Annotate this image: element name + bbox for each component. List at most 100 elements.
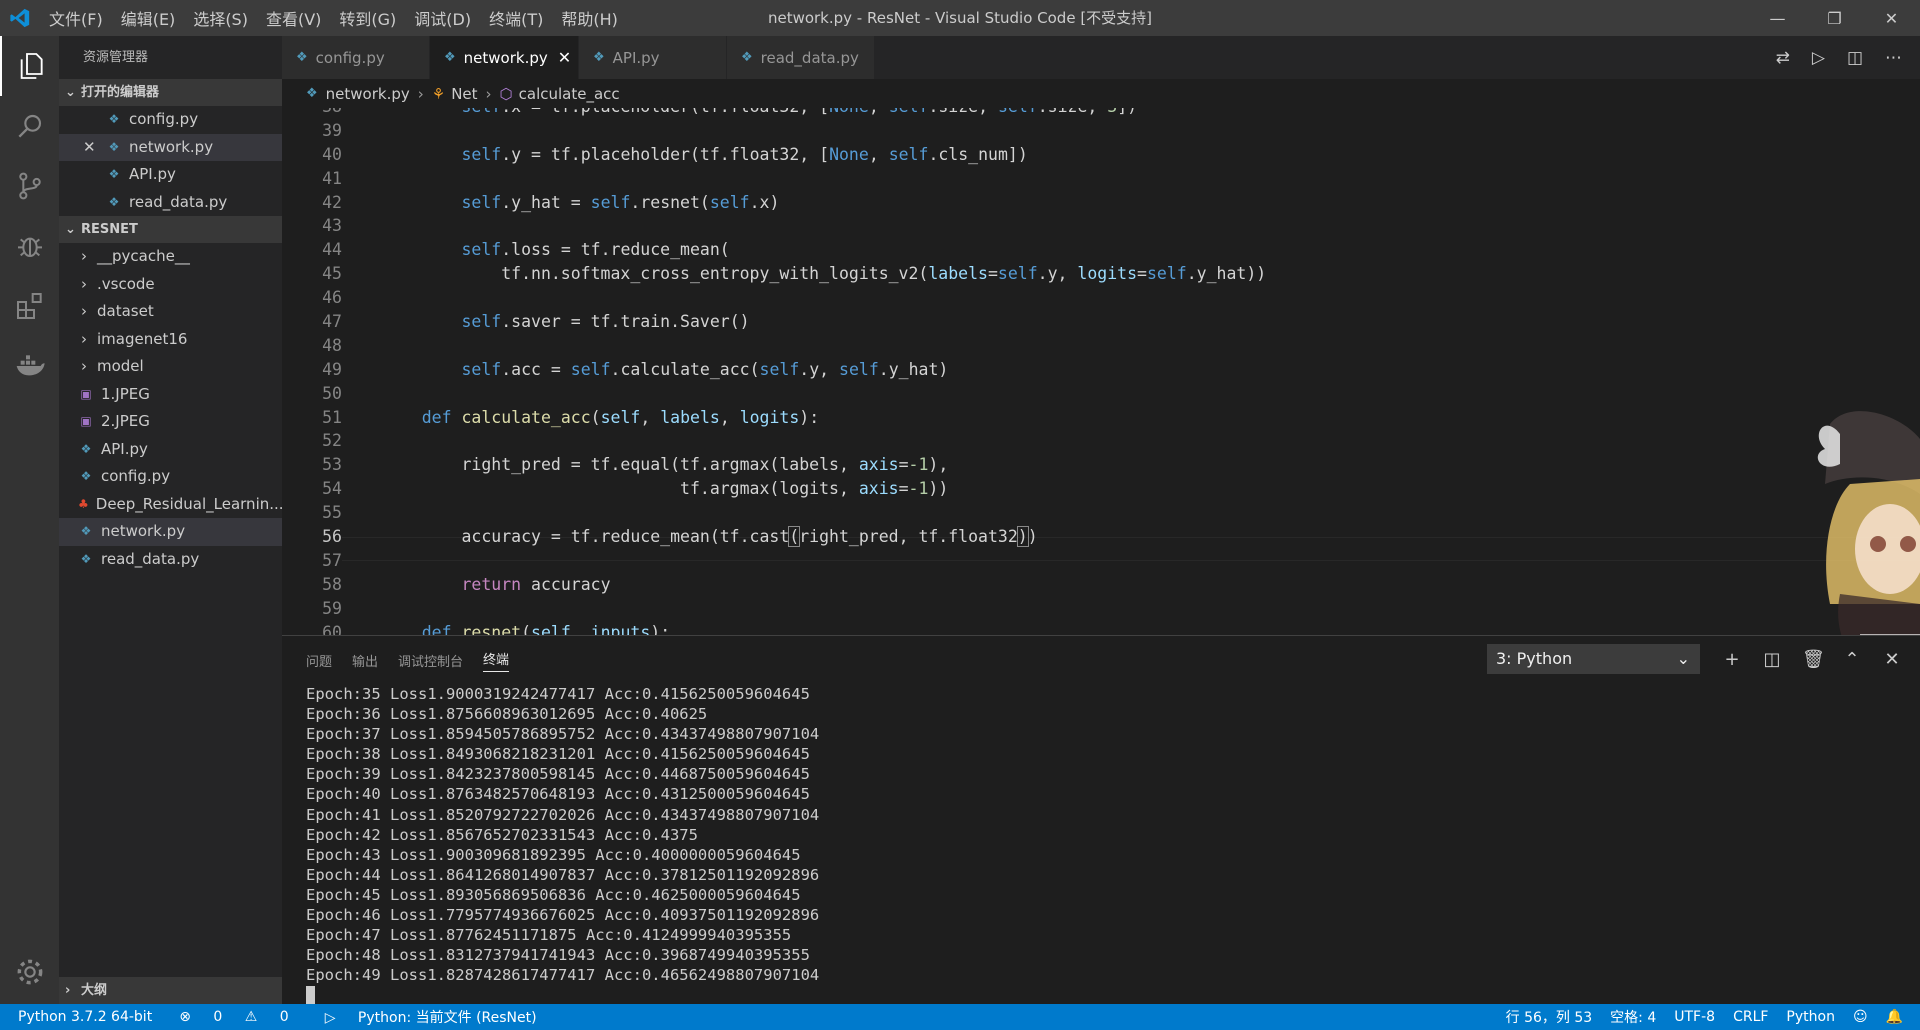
tab-terminal[interactable]: 终端 [483, 649, 510, 672]
search-icon[interactable] [0, 96, 59, 156]
terminal-line: Epoch:37 Loss1.8594505786895752 Acc:0.43… [306, 725, 820, 744]
breadcrumb-method[interactable]: calculate_acc [519, 85, 620, 103]
code-line: self.x = tf.placeholder(tf.float32, [Non… [382, 108, 1920, 119]
file-item[interactable]: ▣ 1.JPEG [59, 381, 282, 409]
file-item[interactable]: ▣ 2.JPEG [59, 408, 282, 436]
more-actions-icon[interactable]: ⋯ [1885, 48, 1902, 68]
notifications-bell-icon[interactable]: 🔔 [1877, 1009, 1912, 1025]
chevron-right-icon: › [81, 357, 87, 375]
trash-icon[interactable]: 🗑 [1802, 649, 1825, 670]
close-panel-icon[interactable]: ✕ [1882, 649, 1902, 670]
folder-item[interactable]: › model [59, 353, 282, 381]
language-mode[interactable]: Python [1777, 1009, 1844, 1025]
file-item[interactable]: ❖ network.py [59, 518, 282, 546]
terminal-line: Epoch:38 Loss1.8493068218231201 Acc:0.41… [306, 745, 810, 764]
line-number: 39 [322, 120, 342, 140]
file-item[interactable]: ♣ Deep_Residual_Learnin... [59, 491, 282, 519]
line-number: 60 [322, 622, 342, 635]
code-line: def resnet(self, inputs): [421, 622, 671, 635]
menu-edit[interactable]: 编辑(E) [112, 6, 185, 30]
menu-view[interactable]: 查看(V) [257, 6, 330, 30]
open-editor-item[interactable]: ❖ read_data.py [59, 189, 282, 217]
line-number: 53 [322, 455, 342, 475]
settings-gear-icon[interactable] [0, 942, 59, 1002]
menu-go[interactable]: 转到(G) [330, 6, 405, 30]
tab-problems[interactable]: 问题 [306, 651, 332, 670]
python-interpreter[interactable]: Python 3.7.2 64-bit [0, 1009, 161, 1025]
file-item[interactable]: ❖ API.py [59, 436, 282, 464]
compare-changes-icon[interactable]: ⇄ [1776, 48, 1790, 68]
tab-output[interactable]: 输出 [352, 651, 378, 670]
folder-item[interactable]: › dataset [59, 298, 282, 326]
tab-network[interactable]: ❖ network.py ✕ [430, 36, 579, 79]
line-number: 44 [322, 240, 342, 260]
cursor-position[interactable]: 行 56，列 53 [1497, 1007, 1602, 1027]
line-number: 43 [322, 216, 342, 236]
project-header[interactable]: ⌄ RESNET [59, 216, 282, 243]
line-number: 57 [322, 550, 342, 570]
chevron-right-icon: › [81, 274, 87, 293]
open-editors-header[interactable]: ⌄ 打开的编辑器 [59, 79, 282, 106]
encoding[interactable]: UTF-8 [1665, 1009, 1724, 1025]
tab-config[interactable]: ❖ config.py [282, 36, 430, 79]
indentation[interactable]: 空格: 4 [1601, 1007, 1665, 1027]
breadcrumb-file[interactable]: network.py [326, 85, 410, 103]
tab-read-data[interactable]: ❖ read_data.py [727, 36, 875, 79]
tab-debug-console[interactable]: 调试控制台 [398, 651, 463, 670]
error-icon: ⊗ [179, 1009, 191, 1025]
terminal-line: Epoch:45 Loss1.893056869506836 Acc:0.462… [306, 885, 801, 904]
editor-tabs: ❖ config.py ❖ network.py ✕ ❖ API.py ❖ read_da… [282, 36, 1920, 79]
debug-icon[interactable] [0, 216, 59, 276]
close-icon[interactable]: ✕ [1863, 0, 1920, 36]
breadcrumb-class[interactable]: Net [451, 85, 477, 103]
file-item[interactable]: ❖ read_data.py [59, 546, 282, 574]
extensions-icon[interactable] [0, 276, 59, 336]
menu-selection[interactable]: 选择(S) [184, 6, 257, 30]
maximize-panel-icon[interactable]: ⌃ [1842, 649, 1862, 670]
close-tab-icon[interactable]: ✕ [558, 48, 571, 67]
minimize-icon[interactable]: — [1749, 0, 1806, 36]
anime-background-character [1817, 411, 1920, 635]
tab-api[interactable]: ❖ API.py [579, 36, 727, 79]
problems-indicator[interactable]: ⊗ 0 ⚠ 0 [161, 1009, 307, 1025]
chevron-down-icon: ⌄ [1676, 649, 1690, 668]
split-terminal-icon[interactable]: ◫ [1762, 649, 1782, 670]
file-item[interactable]: ❖ config.py [59, 463, 282, 491]
terminal-line: Epoch:44 Loss1.8641268014907837 Acc:0.37… [306, 865, 820, 884]
open-editor-item[interactable]: ❖ API.py [59, 161, 282, 189]
chevron-down-icon: ⌄ [65, 222, 76, 237]
folder-item[interactable]: › __pycache__ [59, 243, 282, 271]
outline-header[interactable]: › 大纲 [59, 977, 282, 1004]
menu-terminal[interactable]: 终端(T) [480, 6, 552, 30]
line-ending[interactable]: CRLF [1724, 1009, 1777, 1025]
chevron-right-icon: › [485, 84, 492, 103]
warning-icon: ⚠ [244, 1009, 258, 1025]
line-number: 42 [322, 192, 342, 212]
menu-help[interactable]: 帮助(H) [552, 6, 627, 30]
folder-item[interactable]: › imagenet16 [59, 326, 282, 354]
new-terminal-icon[interactable]: + [1722, 649, 1742, 670]
method-icon: ⬡ [499, 84, 513, 103]
explorer-icon[interactable] [0, 36, 59, 96]
chevron-right-icon: › [81, 302, 87, 320]
line-number: 47 [322, 312, 342, 332]
run-target[interactable]: ▷ Python: 当前文件 (ResNet) [307, 1007, 555, 1027]
run-icon[interactable]: ▷ [1812, 48, 1825, 68]
close-editor-icon[interactable]: ✕ [83, 134, 106, 162]
terminal-select[interactable]: 3: Python ⌄ [1487, 644, 1700, 674]
folder-item[interactable]: › .vscode [59, 271, 282, 299]
open-editor-item[interactable]: ✕ ❖ network.py [59, 133, 282, 162]
code-line: self.saver = tf.train.Saver() [461, 312, 750, 332]
feedback-smiley-icon[interactable]: ☺ [1844, 1009, 1877, 1025]
source-control-icon[interactable] [0, 156, 59, 216]
split-editor-icon[interactable]: ◫ [1847, 48, 1863, 68]
menu-file[interactable]: 文件(F) [40, 6, 112, 30]
open-editor-item[interactable]: ❖ config.py [59, 106, 282, 134]
terminal-output[interactable]: Epoch:35 Loss1.9000319242477417 Acc:0.41… [306, 684, 819, 1006]
docker-icon[interactable] [0, 336, 59, 396]
restore-icon[interactable]: ❐ [1806, 0, 1863, 36]
menu-debug[interactable]: 调试(D) [405, 6, 480, 30]
status-bar: Python 3.7.2 64-bit ⊗ 0 ⚠ 0 ▷ Python: 当前… [0, 1004, 1920, 1030]
code-editor[interactable]: 38 39 40 41 42 43 44 45 46 47 48 49 50 5… [282, 108, 1920, 635]
